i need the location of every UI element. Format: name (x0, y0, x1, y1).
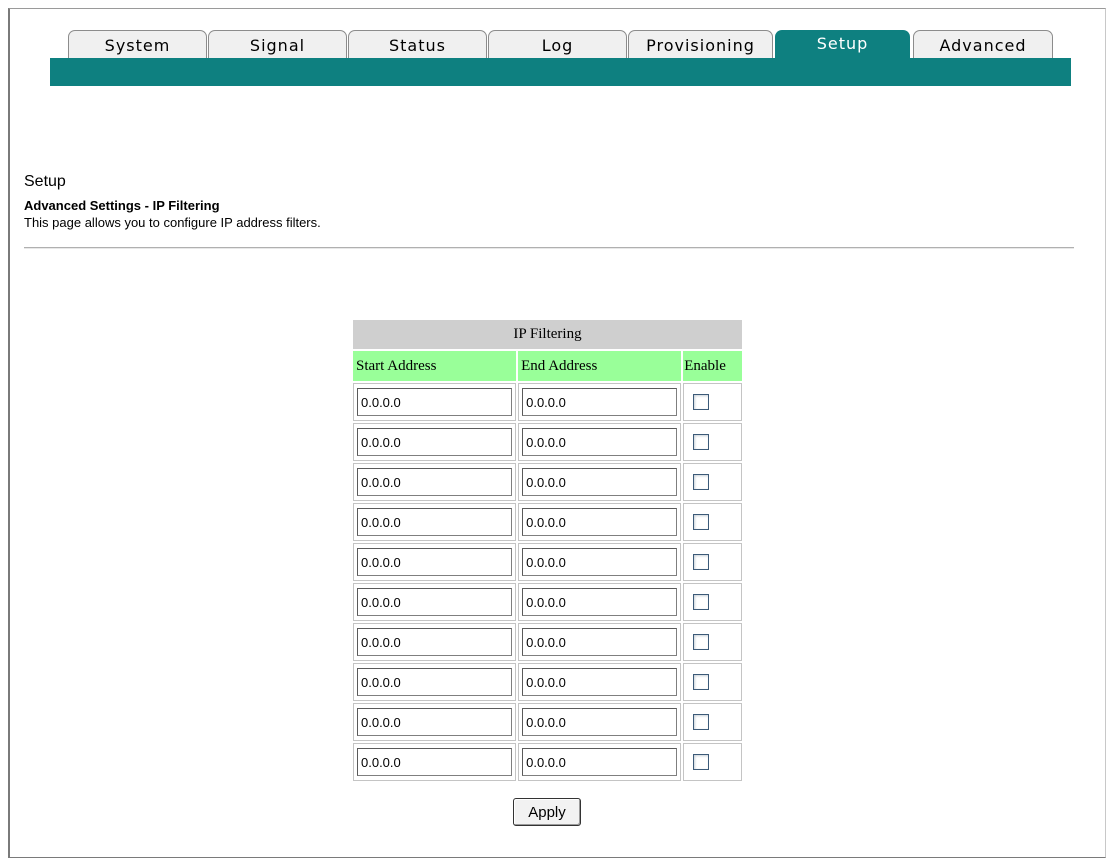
start-address-input[interactable] (357, 508, 512, 536)
table-row (353, 383, 742, 421)
enable-checkbox[interactable] (693, 394, 710, 410)
enable-checkbox[interactable] (693, 674, 710, 690)
column-header-end: End Address (518, 351, 682, 381)
enable-checkbox[interactable] (693, 514, 710, 530)
start-address-input[interactable] (357, 748, 512, 776)
end-address-input[interactable] (522, 388, 678, 416)
enable-cell (683, 543, 742, 581)
tab-setup[interactable]: Setup (775, 30, 910, 60)
apply-button[interactable]: Apply (513, 798, 581, 826)
tab-system[interactable]: System (68, 30, 207, 60)
start-address-cell (353, 703, 517, 741)
start-address-input[interactable] (357, 708, 512, 736)
page-subtitle: Advanced Settings - IP Filtering (24, 198, 220, 213)
enable-checkbox[interactable] (693, 474, 710, 490)
end-address-input[interactable] (522, 588, 678, 616)
start-address-input[interactable] (357, 428, 512, 456)
column-header-enable: Enable (683, 351, 742, 381)
enable-checkbox[interactable] (693, 754, 710, 770)
start-address-input[interactable] (357, 588, 512, 616)
table-row (353, 423, 742, 461)
start-address-cell (353, 383, 517, 421)
enable-checkbox[interactable] (693, 434, 710, 450)
table-row (353, 743, 742, 781)
enable-cell (683, 463, 742, 501)
enable-cell (683, 423, 742, 461)
end-address-input[interactable] (522, 468, 678, 496)
enable-cell (683, 583, 742, 621)
end-address-cell (518, 383, 682, 421)
tab-signal[interactable]: Signal (208, 30, 347, 60)
start-address-input[interactable] (357, 668, 512, 696)
table-row (353, 503, 742, 541)
end-address-input[interactable] (522, 628, 678, 656)
enable-cell (683, 703, 742, 741)
start-address-cell (353, 743, 517, 781)
end-address-cell (518, 543, 682, 581)
enable-cell (683, 383, 742, 421)
table-row (353, 663, 742, 701)
divider (24, 247, 1074, 249)
start-address-cell (353, 583, 517, 621)
tab-provisioning[interactable]: Provisioning (628, 30, 773, 60)
end-address-cell (518, 583, 682, 621)
end-address-cell (518, 703, 682, 741)
table-row (353, 583, 742, 621)
end-address-input[interactable] (522, 508, 678, 536)
end-address-input[interactable] (522, 708, 678, 736)
table-row (353, 703, 742, 741)
end-address-cell (518, 463, 682, 501)
enable-checkbox[interactable] (693, 714, 710, 730)
table-row (353, 463, 742, 501)
enable-cell (683, 663, 742, 701)
table-row (353, 543, 742, 581)
enable-checkbox[interactable] (693, 554, 710, 570)
end-address-cell (518, 623, 682, 661)
ip-filtering-table: IP Filtering Start Address End Address E… (351, 318, 744, 783)
end-address-cell (518, 663, 682, 701)
page-title: Setup (24, 173, 66, 190)
end-address-cell (518, 423, 682, 461)
start-address-input[interactable] (357, 388, 512, 416)
nav-bar (50, 58, 1071, 86)
end-address-input[interactable] (522, 748, 678, 776)
tab-status[interactable]: Status (348, 30, 487, 60)
start-address-cell (353, 423, 517, 461)
enable-checkbox[interactable] (693, 634, 710, 650)
enable-cell (683, 623, 742, 661)
end-address-cell (518, 743, 682, 781)
tab-log[interactable]: Log (488, 30, 627, 60)
end-address-cell (518, 503, 682, 541)
start-address-cell (353, 663, 517, 701)
end-address-input[interactable] (522, 548, 678, 576)
end-address-input[interactable] (522, 668, 678, 696)
table-title-row: IP Filtering (353, 320, 742, 349)
end-address-input[interactable] (522, 428, 678, 456)
enable-cell (683, 743, 742, 781)
start-address-cell (353, 463, 517, 501)
tab-advanced[interactable]: Advanced (913, 30, 1053, 60)
start-address-cell (353, 623, 517, 661)
enable-checkbox[interactable] (693, 594, 710, 610)
start-address-input[interactable] (357, 628, 512, 656)
table-header-row: Start Address End Address Enable (353, 351, 742, 381)
start-address-input[interactable] (357, 548, 512, 576)
table-title: IP Filtering (353, 320, 742, 349)
start-address-input[interactable] (357, 468, 512, 496)
table-row (353, 623, 742, 661)
column-header-start: Start Address (353, 351, 517, 381)
enable-cell (683, 503, 742, 541)
page-description: This page allows you to configure IP add… (24, 215, 321, 230)
start-address-cell (353, 543, 517, 581)
start-address-cell (353, 503, 517, 541)
